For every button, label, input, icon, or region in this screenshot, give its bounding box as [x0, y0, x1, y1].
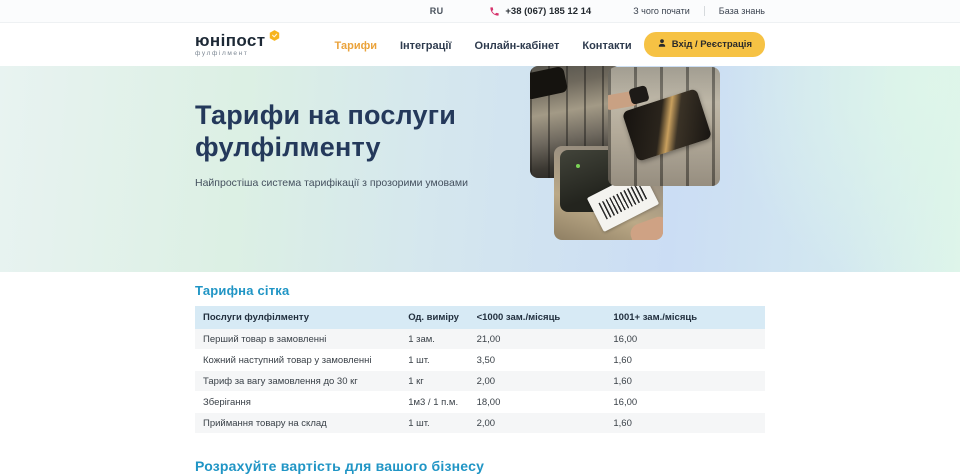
barcode-shape: [598, 183, 647, 220]
main-content: Тарифна сітка Послуги фулфілментуОд. вим…: [195, 283, 765, 474]
logo[interactable]: юніпост фулфілмент: [195, 32, 281, 58]
pricing-table-body: Перший товар в замовленні1 зам.21,0016,0…: [195, 329, 765, 434]
table-cell: 1,60: [605, 350, 765, 371]
phone-icon: [489, 6, 500, 17]
topbar-inner: RU +38 (067) 185 12 14 З чого почати Баз…: [195, 0, 765, 22]
worker-arm-shape: [530, 66, 568, 100]
phone-link[interactable]: +38 (067) 185 12 14: [489, 6, 591, 17]
table-row: Тариф за вагу замовлення до 30 кг1 кг2,0…: [195, 371, 765, 392]
table-cell: Перший товар в замовленні: [195, 329, 400, 350]
hand-shape: [628, 214, 663, 240]
topbar-link-knowledge-base[interactable]: База знань: [719, 6, 765, 16]
table-cell: 1 шт.: [400, 413, 468, 434]
table-cell: 2,00: [469, 413, 606, 434]
top-utility-bar: RU +38 (067) 185 12 14 З чого почати Баз…: [0, 0, 960, 23]
scanner-shape: [628, 85, 650, 105]
login-register-label: Вхід / Реєстрація: [672, 39, 752, 50]
column-header: Од. виміру: [400, 306, 468, 329]
table-cell: 16,00: [605, 329, 765, 350]
logo-cube-icon: [268, 29, 281, 46]
main-navbar: юніпост фулфілмент Тарифи Інтеграції Онл…: [0, 23, 960, 66]
nav-item-tariffs[interactable]: Тарифи: [335, 40, 377, 52]
table-cell: 1 шт.: [400, 350, 468, 371]
table-cell: 1 кг: [400, 371, 468, 392]
table-cell: 21,00: [469, 329, 606, 350]
package-scanning-photo: [608, 67, 720, 186]
table-row: Перший товар в замовленні1 зам.21,0016,0…: [195, 329, 765, 350]
table-cell: 1м3 / 1 п.м.: [400, 392, 468, 413]
column-header: Послуги фулфілменту: [195, 306, 400, 329]
topbar-divider: [704, 6, 705, 16]
printer-led-shape: [576, 164, 580, 168]
person-icon: [657, 38, 667, 51]
login-register-button[interactable]: Вхід / Реєстрація: [644, 32, 765, 57]
hero-photo-collage: [0, 66, 960, 272]
table-cell: Приймання товару на склад: [195, 413, 400, 434]
table-cell: 18,00: [469, 392, 606, 413]
table-cell: Кожний наступний товар у замовленні: [195, 350, 400, 371]
logo-row: юніпост: [195, 32, 281, 49]
language-switcher[interactable]: RU: [430, 6, 444, 16]
pricing-section-title: Тарифна сітка: [195, 283, 765, 298]
page: RU +38 (067) 185 12 14 З чого почати Баз…: [0, 0, 960, 475]
pricing-table-header-row: Послуги фулфілментуОд. виміру<1000 зам./…: [195, 306, 765, 329]
table-cell: 1 зам.: [400, 329, 468, 350]
table-row: Кожний наступний товар у замовленні1 шт.…: [195, 350, 765, 371]
table-cell: 3,50: [469, 350, 606, 371]
table-cell: Тариф за вагу замовлення до 30 кг: [195, 371, 400, 392]
pricing-table: Послуги фулфілментуОд. виміру<1000 зам./…: [195, 306, 765, 434]
nav-item-contacts[interactable]: Контакти: [582, 40, 631, 52]
nav-links: Тарифи Інтеграції Онлайн-кабінет Контакт…: [335, 36, 632, 54]
logo-name: юніпост: [195, 32, 266, 49]
table-row: Зберігання1м3 / 1 п.м.18,0016,00: [195, 392, 765, 413]
table-row: Приймання товару на склад1 шт.2,001,60: [195, 413, 765, 434]
nav-item-integrations[interactable]: Інтеграції: [400, 40, 452, 52]
table-cell: 1,60: [605, 413, 765, 434]
table-cell: 1,60: [605, 371, 765, 392]
hero-section: Тарифи на послуги фулфілменту Найпростіш…: [0, 66, 960, 272]
nav-item-online-cabinet[interactable]: Онлайн-кабінет: [475, 40, 560, 52]
table-cell: 16,00: [605, 392, 765, 413]
logo-tagline: фулфілмент: [195, 51, 281, 58]
column-header: <1000 зам./місяць: [469, 306, 606, 329]
calculator-section-title: Розрахуйте вартість для вашого бізнесу: [195, 458, 765, 474]
topbar-link-getting-started[interactable]: З чого почати: [633, 6, 690, 16]
phone-number: +38 (067) 185 12 14: [505, 6, 591, 17]
column-header: 1001+ зам./місяць: [605, 306, 765, 329]
table-cell: Зберігання: [195, 392, 400, 413]
navbar-inner: юніпост фулфілмент Тарифи Інтеграції Онл…: [195, 23, 765, 66]
table-cell: 2,00: [469, 371, 606, 392]
